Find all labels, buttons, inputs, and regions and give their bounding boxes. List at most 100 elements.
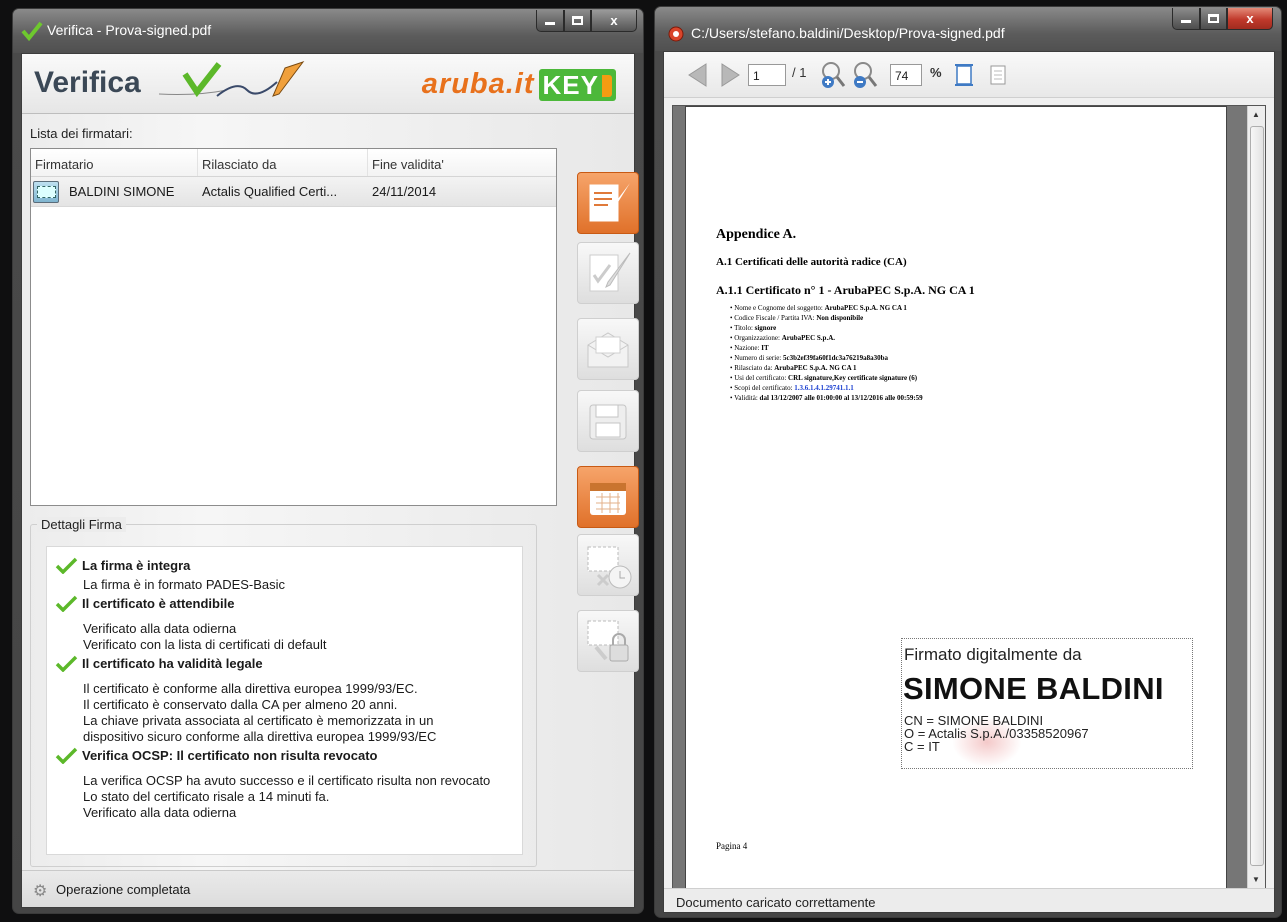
- page-footer: Pagina 4: [716, 841, 748, 851]
- minimize-button[interactable]: [536, 10, 564, 32]
- list-item: • Titolo: signore: [730, 324, 777, 332]
- page-total: / 1: [792, 65, 807, 80]
- list-item: • Rilasciato da: ArubaPEC S.p.A. NG CA 1: [730, 364, 857, 372]
- title-bar[interactable]: Verifica - Prova-signed.pdf x: [13, 9, 643, 53]
- gear-icon: ⚙: [33, 883, 48, 900]
- check-icon: [55, 595, 78, 612]
- signers-list[interactable]: Firmatario Rilasciato da Fine validita' …: [30, 148, 557, 506]
- scroll-up-icon[interactable]: ▲: [1252, 110, 1260, 119]
- column-header-expiry[interactable]: Fine validita': [368, 149, 536, 176]
- signature-pen-icon: [158, 61, 305, 98]
- detail-line: Lo stato del certificato risale a 14 min…: [83, 789, 330, 804]
- detail-line: Verificato alla data odierna: [83, 805, 237, 820]
- signer-name: BALDINI SIMONE: [69, 184, 175, 199]
- sign-pen-icon: [589, 252, 631, 292]
- status-text: Documento caricato correttamente: [676, 895, 876, 910]
- doc-heading-1: Appendice A.: [716, 227, 797, 242]
- fit-height-icon[interactable]: [954, 63, 974, 87]
- signers-label: Lista dei firmatari:: [30, 126, 133, 141]
- scrollbar-thumb[interactable]: [1250, 126, 1264, 866]
- pdf-viewer-window: C:/Users/stefano.baldini/Desktop/Prova-s…: [654, 6, 1282, 918]
- banner-title: Verifica: [34, 66, 141, 99]
- maximize-button[interactable]: [1200, 8, 1227, 30]
- list-item: • Organizzazione: ArubaPEC S.p.A.: [730, 334, 835, 342]
- detail-line: Il certificato è conservato dalla CA per…: [83, 697, 398, 712]
- signer-issuer: Actalis Qualified Certi...: [202, 184, 338, 199]
- title-bar[interactable]: C:/Users/stefano.baldini/Desktop/Prova-s…: [655, 7, 1281, 51]
- verify-signature-button[interactable]: [577, 172, 639, 234]
- maximize-button[interactable]: [564, 10, 591, 32]
- check-icon: [55, 655, 78, 672]
- open-envelope-button[interactable]: [577, 318, 639, 380]
- status-text: Operazione completata: [56, 882, 191, 897]
- minimize-button[interactable]: [1172, 8, 1200, 30]
- zoom-in-icon[interactable]: [820, 60, 848, 90]
- list-header: Firmatario Rilasciato da Fine validita': [31, 149, 556, 177]
- verifica-window: Verifica - Prova-signed.pdf x Verifica a…: [12, 8, 644, 914]
- lock-certificate-button[interactable]: [577, 610, 639, 672]
- status-bar: ⚙ Operazione completata: [22, 870, 634, 907]
- fit-width-icon[interactable]: [988, 63, 1008, 87]
- viewer-toolbar: 1 / 1 74 %: [664, 52, 1274, 98]
- details-title: Dettagli Firma: [37, 517, 126, 532]
- previous-page-icon[interactable]: [686, 62, 710, 88]
- detail-line: La firma è in formato PADES-Basic: [83, 577, 286, 592]
- list-item: • Scopi del certificato: 1.3.6.1.4.1.297…: [730, 384, 854, 392]
- list-item: • Usi del certificato: CRL signature,Key…: [730, 374, 918, 382]
- list-item: • Numero di serie: 5c3b2ef39fa60f1dc3a76…: [730, 354, 888, 362]
- detail-line: Verificato alla data odierna: [83, 621, 237, 636]
- doc-heading-2: A.1 Certificati delle autorità radice (C…: [716, 256, 907, 268]
- list-item: • Codice Fiscale / Partita IVA: Non disp…: [730, 314, 864, 322]
- page-number-input[interactable]: 1: [748, 64, 786, 86]
- signer-expiry: 24/11/2014: [372, 184, 437, 199]
- signature-details-group: Dettagli Firma La firma è integra La fir…: [30, 517, 537, 867]
- save-button[interactable]: [577, 390, 639, 452]
- zoom-unit: %: [930, 65, 942, 80]
- list-item: • Nazione: IT: [730, 344, 769, 352]
- detail-line: Il certificato è conforme alla direttiva…: [83, 681, 418, 696]
- calendar-button[interactable]: [577, 466, 639, 528]
- zoom-input[interactable]: 74: [890, 64, 922, 86]
- scroll-down-icon[interactable]: ▼: [1252, 875, 1260, 884]
- detail-line: dispositivo sicuro conforme alla diretti…: [83, 729, 437, 744]
- certificate-icon: [33, 180, 59, 203]
- signature-box[interactable]: Firmato digitalmente da SIMONE BALDINI C…: [901, 638, 1193, 769]
- sign-document-icon: [589, 183, 630, 222]
- signer-fullname: SIMONE BALDINI: [903, 671, 1164, 706]
- next-page-icon[interactable]: [718, 62, 742, 88]
- floppy-disk-icon: [589, 404, 627, 440]
- close-button[interactable]: x: [591, 10, 637, 32]
- checkmark-app-icon: [21, 21, 43, 41]
- detail-line: Verificato con la lista di certificati d…: [83, 637, 327, 652]
- detail-heading: La firma è integra: [55, 555, 522, 577]
- status-bar: Documento caricato correttamente: [664, 888, 1274, 912]
- detail-heading: Il certificato è attendibile: [55, 593, 522, 615]
- calendar-icon: [590, 483, 626, 515]
- envelope-icon: [587, 332, 629, 368]
- window-title: C:/Users/stefano.baldini/Desktop/Prova-s…: [691, 25, 1005, 41]
- detail-heading: Verifica OCSP: Il certificato non risult…: [55, 745, 522, 767]
- signature-caption: Firmato digitalmente da: [904, 645, 1082, 664]
- column-header-signer[interactable]: Firmatario: [31, 149, 198, 176]
- check-icon: [55, 747, 78, 764]
- aruba-key-logo: aruba.it KEY: [422, 68, 616, 101]
- column-header-issuer[interactable]: Rilasciato da: [198, 149, 368, 176]
- list-item: • Nome e Cognome del soggetto: ArubaPEC …: [730, 304, 907, 312]
- timestamp-button[interactable]: [577, 534, 639, 596]
- pdf-page: Appendice A. A.1 Certificati delle autor…: [685, 106, 1227, 890]
- doc-heading-3: A.1.1 Certificato n° 1 - ArubaPEC S.p.A.…: [716, 283, 975, 297]
- pdf-app-icon: [668, 26, 684, 42]
- list-item: • Validità: dal 13/12/2007 alle 01:00:00…: [730, 394, 923, 402]
- document-view[interactable]: Appendice A. A.1 Certificati delle autor…: [672, 105, 1266, 890]
- zoom-out-icon[interactable]: [852, 60, 880, 90]
- banner: Verifica aruba.it KEY: [22, 54, 634, 114]
- vertical-scrollbar[interactable]: ▲ ▼: [1247, 106, 1265, 888]
- sign-button[interactable]: [577, 242, 639, 304]
- check-icon: [55, 557, 78, 574]
- certificate-lock-icon: [587, 620, 629, 662]
- close-button[interactable]: x: [1227, 8, 1273, 30]
- table-row[interactable]: BALDINI SIMONE Actalis Qualified Certi..…: [31, 177, 556, 207]
- doc-bullet-list: • Nome e Cognome del soggetto: ArubaPEC …: [730, 303, 923, 403]
- signature-details-panel: La firma è integra La firma è in formato…: [46, 546, 523, 855]
- detail-line: La chiave privata associata al certifica…: [83, 713, 434, 728]
